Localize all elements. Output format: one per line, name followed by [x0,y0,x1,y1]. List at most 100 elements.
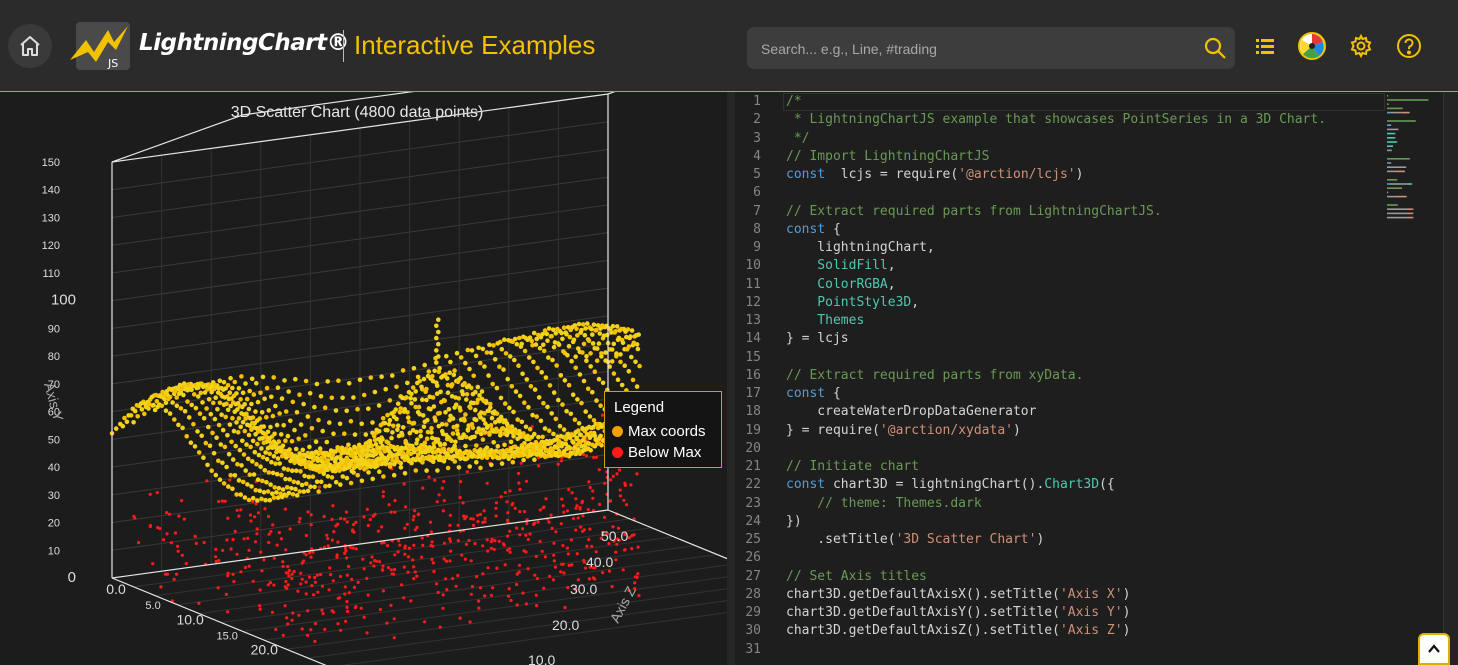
search-box[interactable] [747,27,1235,71]
max-coords-point [270,470,276,476]
max-coords-point [450,416,456,421]
list-button[interactable] [1250,31,1280,61]
editor-scrollbar[interactable] [1443,92,1458,665]
below-max-point [315,573,319,577]
code-line[interactable]: 4// Import LightningChartJS [735,148,1385,166]
max-coords-point [541,400,546,406]
search-input[interactable] [759,27,1193,71]
code-line[interactable]: 1/* [735,93,1385,111]
max-coords-point [414,441,419,446]
below-max-point [556,462,560,466]
max-coords-point [289,486,294,491]
chart-panel[interactable]: 3D Scatter Chart (4800 data points) 150 1… [0,92,727,665]
code-line[interactable]: 6 [735,184,1385,202]
code-line[interactable]: 12 PointStyle3D, [735,294,1385,312]
max-coords-point [552,438,557,443]
max-coords-point [440,373,446,379]
lightningchart-logo[interactable]: JS [68,20,132,72]
max-coords-point [451,372,457,378]
max-coords-point [619,326,624,332]
max-coords-point [181,381,187,386]
code-line[interactable]: 10 SolidFill, [735,257,1385,275]
code-line[interactable]: 5 const lcjs = require('@arction/lcjs') [735,166,1385,184]
below-max-point [560,497,564,501]
max-coords-point [400,395,405,401]
chart-legend[interactable]: Legend Max coords Below Max [604,391,722,468]
line-number: 28 [745,586,761,602]
max-coords-point [315,458,321,464]
max-coords-point [418,449,424,454]
code-line[interactable]: 22 const chart3D = lightningChart().Chart… [735,476,1385,494]
max-coords-point [215,390,221,395]
code-line[interactable]: 28 chart3D.getDefaultAxisX().setTitle('Ax… [735,586,1385,604]
code-line[interactable]: 7// Extract required parts from Lightnin… [735,203,1385,221]
below-max-point [169,541,173,545]
max-coords-point [285,467,291,472]
below-max-point [393,568,397,572]
code-line[interactable]: 24}) [735,513,1385,531]
max-coords-point [424,397,429,403]
code-line[interactable]: 8 const { [735,221,1385,239]
code-editor[interactable]: 1/* 2 * LightningChartJS example that sho… [735,92,1458,665]
scatter-3d-chart[interactable]: 3D Scatter Chart (4800 data points) 1501… [0,92,727,665]
below-max-point [343,585,347,589]
code-line[interactable]: 17 const { [735,385,1385,403]
max-coords-point [246,406,252,412]
code-line[interactable]: 20 [735,440,1385,458]
code-line[interactable]: 27// Set Axis titles [735,568,1385,586]
code-line[interactable]: 30 chart3D.getDefaultAxisZ().setTitle('Ax… [735,622,1385,640]
code-minimap[interactable] [1383,93,1445,228]
minimap-line [1404,170,1405,173]
legend-item-max-coords[interactable]: Max coords [612,423,706,440]
max-coords-point [138,401,144,406]
help-button[interactable] [1394,31,1424,61]
code-line[interactable]: 9 lightningChart, [735,239,1385,257]
max-coords-point [446,407,452,412]
max-coords-point [318,394,324,399]
code-line[interactable]: 26 [735,549,1385,567]
code-line[interactable]: 21// Initiate chart [735,458,1385,476]
max-coords-point [516,363,521,369]
code-line[interactable]: 29 chart3D.getDefaultAxisY().setTitle('Ax… [735,604,1385,622]
max-coords-point [382,420,388,426]
max-coords-point [577,372,583,377]
max-coords-point [488,350,494,356]
max-coords-point [255,477,261,483]
max-coords-point [612,330,617,335]
max-coords-point [629,328,635,333]
legend-item-below-max[interactable]: Below Max [612,444,701,461]
max-coords-point [362,467,367,472]
search-icon[interactable] [1203,36,1227,60]
code-line[interactable]: 18 createWaterDropDataGenerator [735,403,1385,421]
max-coords-point [457,405,463,411]
max-coords-point [363,432,369,437]
below-max-point [574,506,578,510]
max-coords-point [246,432,252,438]
home-button[interactable] [8,24,52,68]
code-line[interactable]: 14} = lcjs [735,330,1385,348]
max-coords-point [489,415,495,421]
max-coords-point [590,341,596,346]
max-coords-point [490,381,496,387]
code-line[interactable]: 2 * LightningChartJS example that showca… [735,111,1385,129]
code-line[interactable]: 13 Themes [735,312,1385,330]
below-max-point [343,517,347,521]
max-coords-point [564,446,569,452]
code-line[interactable]: 11 ColorRGBA, [735,276,1385,294]
code-line[interactable]: 23 // theme: Themes.dark [735,495,1385,513]
code-line[interactable]: 25 .setTitle('3D Scatter Chart') [735,531,1385,549]
max-coords-point [378,422,384,428]
max-coords-point [192,444,198,449]
code-line[interactable]: 19} = require('@arction/xydata') [735,422,1385,440]
below-max-point [372,564,376,568]
code-line[interactable]: 15 [735,349,1385,367]
code-line[interactable]: 16// Extract required parts from xyData. [735,367,1385,385]
scroll-to-top-button[interactable] [1418,633,1450,665]
theme-button[interactable] [1297,31,1327,61]
code-line[interactable]: 31 [735,641,1385,659]
code-line[interactable]: 3 */ [735,130,1385,148]
panel-divider[interactable] [727,92,735,665]
max-coords-point [124,419,130,425]
below-max-point [442,499,446,503]
settings-button[interactable] [1346,31,1376,61]
